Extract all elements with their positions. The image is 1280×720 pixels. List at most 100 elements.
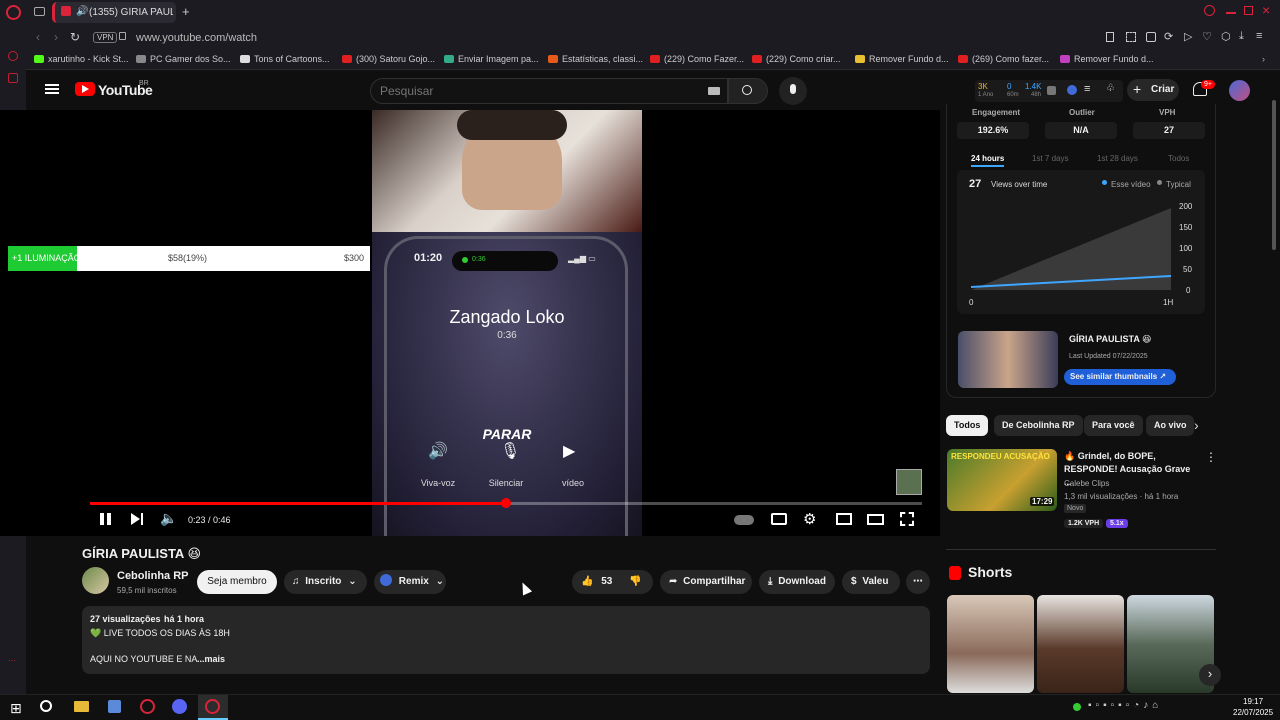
ext-alert-icon[interactable]: ♧ [1106, 83, 1115, 94]
sidebar-aria-icon[interactable] [8, 73, 18, 83]
bookmark-item[interactable]: Tons of Cartoons... [240, 54, 330, 64]
thanks-button[interactable]: $ Valeu [842, 570, 900, 594]
video-description[interactable]: 27 visualizações há 1 hora 💚 LIVE TODOS … [82, 606, 930, 674]
bookmark-item[interactable]: Remover Fundo d... [855, 54, 949, 64]
system-tray-icons[interactable]: ▪▫▪▫▪▫◔♪⌂ [1088, 700, 1162, 711]
share-button[interactable]: ➦ Compartilhar [660, 570, 752, 594]
bookmark-item[interactable]: Enviar Imagem pa... [444, 54, 539, 64]
download-button[interactable]: ⤓ Download [759, 570, 835, 594]
browser-tab-active[interactable]: 🔊 (1355) GÍRIA PAULISTA [52, 2, 176, 23]
close-button[interactable]: × [1262, 2, 1270, 18]
heart-icon[interactable]: ♡ [1202, 30, 1212, 43]
chips-next-icon[interactable]: › [1194, 417, 1199, 433]
next-icon-bar[interactable] [141, 513, 143, 525]
recommended-channel[interactable]: Calebe Clips [1064, 479, 1109, 488]
opera-gx-icon[interactable] [140, 699, 155, 714]
search-icon[interactable] [40, 700, 52, 712]
bookmark-item[interactable]: PC Gamer dos So... [136, 54, 231, 64]
sidebar-messenger-icon[interactable] [8, 51, 18, 61]
short-thumbnail[interactable] [947, 595, 1034, 693]
show-more-link[interactable]: ...mais [197, 654, 225, 664]
bookmark-item[interactable]: (229) Como criar... [752, 54, 841, 64]
chip-live[interactable]: Ao vivo [1146, 415, 1194, 436]
fullscreen-icon[interactable] [900, 512, 914, 526]
snapshot-icon[interactable] [1126, 32, 1136, 42]
speaker-icon[interactable]: 🔊 [76, 6, 88, 17]
maximize-button[interactable] [1244, 6, 1253, 15]
voice-search-button[interactable] [779, 77, 807, 105]
windows-start-icon[interactable]: ⊞ [10, 700, 22, 717]
like-count[interactable]: 53 [601, 576, 612, 587]
channel-name[interactable]: Cebolinha RP [117, 570, 189, 582]
theater-mode-icon[interactable] [867, 514, 884, 525]
ext-list-icon[interactable]: ≡ [1084, 83, 1090, 95]
vpn-toolbar-icon[interactable]: ⟳ [1164, 30, 1173, 43]
save-icon[interactable] [1146, 32, 1156, 42]
tray-status-icon[interactable] [1073, 703, 1081, 711]
join-button[interactable]: Seja membro [197, 570, 277, 594]
shorts-next-button[interactable]: › [1199, 664, 1221, 686]
discord-icon[interactable] [172, 699, 187, 714]
sidebar-more-icon[interactable]: ⋯ [8, 656, 16, 665]
more-actions-button[interactable]: ⋯ [906, 570, 930, 594]
tab-28-days[interactable]: 1st 28 days [1097, 154, 1138, 163]
pin-icon[interactable] [1106, 32, 1114, 42]
url-field[interactable]: www.youtube.com/watch [136, 32, 257, 44]
autoplay-toggle[interactable] [734, 515, 754, 525]
minimize-button[interactable] [1226, 12, 1236, 14]
progress-bar[interactable] [90, 498, 922, 508]
pause-icon-bar[interactable] [107, 513, 111, 525]
back-icon[interactable]: ‹ [36, 30, 40, 44]
store-icon[interactable] [108, 700, 121, 713]
chip-for-you[interactable]: Para você [1084, 415, 1143, 436]
chip-all[interactable]: Todos [946, 415, 989, 436]
similar-thumbnails-button[interactable]: See similar thumbnails ↗ [1064, 369, 1176, 385]
settings-gear-icon[interactable]: ⚙ [803, 510, 816, 528]
recommended-thumbnail[interactable]: RESPONDEU ACUSAÇÃO 17:29 [947, 449, 1057, 511]
tab-7-days[interactable]: 1st 7 days [1032, 154, 1068, 163]
bookmark-item[interactable]: Estatísticas, classi... [548, 54, 643, 64]
pause-icon[interactable] [100, 513, 104, 525]
recommended-menu-icon[interactable]: ⋮ [1205, 450, 1217, 464]
ext-logo-icon[interactable] [1067, 85, 1077, 95]
channel-avatar[interactable] [82, 567, 109, 594]
extensions-icon[interactable]: ⬡ [1221, 30, 1231, 43]
tab-all[interactable]: Todos [1168, 154, 1189, 163]
keyboard-icon[interactable] [708, 87, 720, 95]
bookmark-item[interactable]: Remover Fundo d... [1060, 54, 1154, 64]
tab-24-hours[interactable]: 24 hours [971, 154, 1005, 167]
hamburger-menu-icon[interactable] [45, 84, 59, 94]
like-icon[interactable]: 👍 [581, 576, 593, 587]
dislike-icon[interactable]: 👎 [629, 576, 641, 587]
bookmark-item[interactable]: (269) Como fazer... [958, 54, 1049, 64]
opera-active-window[interactable] [198, 695, 228, 720]
reload-icon[interactable]: ↻ [70, 30, 80, 44]
search-button[interactable] [728, 78, 768, 104]
play-icon[interactable]: ▷ [1184, 30, 1192, 43]
file-explorer-icon[interactable] [74, 701, 89, 712]
forward-icon[interactable]: › [54, 30, 58, 44]
new-tab-button[interactable]: + [182, 4, 190, 19]
menu-icon[interactable]: ≡ [1256, 30, 1262, 42]
remix-button[interactable]: Remix ⌄ [374, 570, 446, 594]
thumbnail-preview[interactable] [958, 331, 1058, 388]
bookmarks-more-icon[interactable]: › [1262, 54, 1265, 64]
subscribed-button[interactable]: ♫ Inscrito ⌄ [284, 570, 367, 594]
tab-manager-icon[interactable] [34, 7, 45, 16]
volume-icon[interactable]: 🔈 [160, 510, 177, 527]
subtitles-icon[interactable] [771, 513, 787, 525]
page-scrollbar[interactable] [1272, 100, 1276, 250]
youtube-logo-icon[interactable] [75, 82, 95, 96]
vpn-badge[interactable]: VPN [93, 32, 118, 43]
lock-icon[interactable] [119, 32, 126, 40]
download-icon[interactable]: ⤓ [1239, 30, 1244, 43]
bookmark-item[interactable]: xarutinho - Kick St... [34, 54, 129, 64]
next-icon[interactable] [131, 513, 140, 525]
create-button[interactable]: + Criar [1127, 79, 1179, 101]
search-input[interactable] [380, 84, 680, 98]
progress-scrubber[interactable] [501, 498, 511, 508]
short-thumbnail[interactable] [1037, 595, 1124, 693]
views-dropdown[interactable]: Views over time [991, 180, 1047, 189]
ext-grid-icon[interactable] [1047, 86, 1056, 95]
channel-watermark[interactable] [896, 469, 922, 495]
